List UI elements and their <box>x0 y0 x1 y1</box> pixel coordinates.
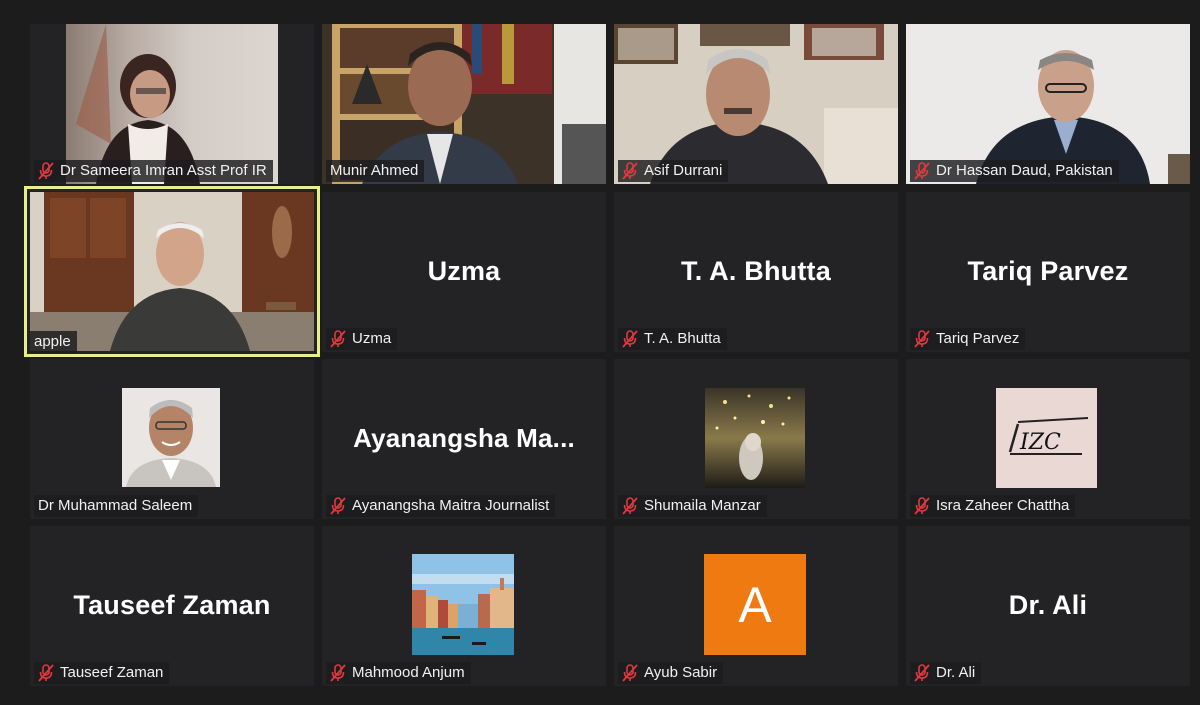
participant-tile[interactable]: A Ayub Sabir <box>614 526 898 686</box>
participant-name-tag: Tauseef Zaman <box>34 662 170 684</box>
participant-name-tag: Shumaila Manzar <box>618 495 767 517</box>
participant-name-tag: Dr Sameera Imran Asst Prof IR <box>34 160 273 182</box>
participant-silhouette <box>30 192 314 351</box>
participant-name: Dr Sameera Imran Asst Prof IR <box>60 162 267 179</box>
profile-picture <box>412 554 514 655</box>
muted-mic-icon <box>622 330 638 348</box>
venice-photo-icon <box>412 554 514 655</box>
participant-name: apple <box>34 333 71 350</box>
profile-picture <box>705 388 805 488</box>
muted-mic-icon <box>330 664 346 682</box>
participant-name: Uzma <box>352 330 392 347</box>
participant-name-tag: Dr Hassan Daud, Pakistan <box>910 160 1119 182</box>
participant-name-tag: apple <box>30 331 77 353</box>
participant-tile[interactable]: Dr Sameera Imran Asst Prof IR <box>30 24 314 184</box>
participant-name-tag: T. A. Bhutta <box>618 328 727 350</box>
avatar-letter: A <box>738 576 772 633</box>
muted-mic-icon <box>914 497 930 515</box>
participant-tile[interactable]: Uzma Uzma <box>322 192 606 352</box>
participant-name-tag: Isra Zaheer Chattha <box>910 495 1076 517</box>
muted-mic-icon <box>622 162 638 180</box>
participant-name: Dr Hassan Daud, Pakistan <box>936 162 1113 179</box>
video-feed <box>30 192 314 351</box>
participant-display-name: Ayanangsha Ma... <box>353 423 575 453</box>
muted-mic-icon <box>330 497 346 515</box>
participant-tile[interactable]: Dr. Ali Dr. Ali <box>906 526 1190 686</box>
muted-mic-icon <box>622 497 638 515</box>
participant-tile[interactable]: Dr Muhammad Saleem <box>30 359 314 519</box>
muted-mic-icon <box>38 664 54 682</box>
participant-name-tag: Munir Ahmed <box>326 160 425 182</box>
participant-name: T. A. Bhutta <box>644 330 721 347</box>
muted-mic-icon <box>914 162 930 180</box>
participant-tile[interactable]: Ayanangsha Ma... Ayanangsha Maitra Journ… <box>322 359 606 519</box>
participant-tile[interactable]: Munir Ahmed <box>322 24 606 184</box>
participant-name: Munir Ahmed <box>330 162 419 179</box>
participant-name-tag: Mahmood Anjum <box>326 662 471 684</box>
participant-tile[interactable]: Tariq Parvez Tariq Parvez <box>906 192 1190 352</box>
participant-tile[interactable]: Dr Hassan Daud, Pakistan <box>906 24 1190 184</box>
logo-text: IZC <box>1019 430 1061 455</box>
participant-display-name: Tauseef Zaman <box>73 590 271 620</box>
muted-mic-icon <box>622 664 638 682</box>
muted-mic-icon <box>330 330 346 348</box>
participant-tile[interactable]: IZC Isra Zaheer Chattha <box>906 359 1190 519</box>
participant-tile[interactable]: Asif Durrani <box>614 24 898 184</box>
participant-name: Isra Zaheer Chattha <box>936 497 1070 514</box>
participant-display-name: T. A. Bhutta <box>681 256 831 286</box>
participant-name: Tariq Parvez <box>936 330 1020 347</box>
participant-name: Dr Muhammad Saleem <box>38 497 193 514</box>
sparkle-photo-icon <box>705 388 805 488</box>
participant-name: Asif Durrani <box>644 162 723 179</box>
participant-name: Ayub Sabir <box>644 664 718 681</box>
participant-name-tag: Asif Durrani <box>618 160 729 182</box>
participant-name-tag: Ayub Sabir <box>618 662 724 684</box>
participant-name-tag: Ayanangsha Maitra Journalist <box>326 495 556 517</box>
video-gallery: Dr Sameera Imran Asst Prof IR Munir Ahme… <box>0 0 1200 705</box>
participant-display-name: Uzma <box>427 256 501 286</box>
participant-name-tag: Dr. Ali <box>910 662 982 684</box>
participant-tile[interactable]: Mahmood Anjum <box>322 526 606 686</box>
profile-picture <box>122 388 220 487</box>
participant-tile-active-speaker[interactable]: apple <box>24 186 320 357</box>
participant-name-tag: Uzma <box>326 328 398 350</box>
participant-name-tag: Tariq Parvez <box>910 328 1026 350</box>
portrait-photo-icon <box>122 388 220 487</box>
muted-mic-icon <box>914 664 930 682</box>
participant-display-name: Tariq Parvez <box>967 256 1129 286</box>
participant-name: Ayanangsha Maitra Journalist <box>352 497 550 514</box>
muted-mic-icon <box>914 330 930 348</box>
participant-tile[interactable]: T. A. Bhutta T. A. Bhutta <box>614 192 898 352</box>
participant-tile[interactable]: Tauseef Zaman Tauseef Zaman <box>30 526 314 686</box>
participant-name: Mahmood Anjum <box>352 664 465 681</box>
profile-picture: IZC <box>996 388 1097 488</box>
muted-mic-icon <box>38 162 54 180</box>
participant-name: Shumaila Manzar <box>644 497 761 514</box>
participant-name: Tauseef Zaman <box>60 664 164 681</box>
participant-name-tag: Dr Muhammad Saleem <box>34 495 199 517</box>
izc-logo-icon: IZC <box>996 388 1097 488</box>
participant-name: Dr. Ali <box>936 664 976 681</box>
participant-display-name: Dr. Ali <box>1008 590 1088 620</box>
letter-avatar: A <box>704 554 806 655</box>
participant-tile[interactable]: Shumaila Manzar <box>614 359 898 519</box>
